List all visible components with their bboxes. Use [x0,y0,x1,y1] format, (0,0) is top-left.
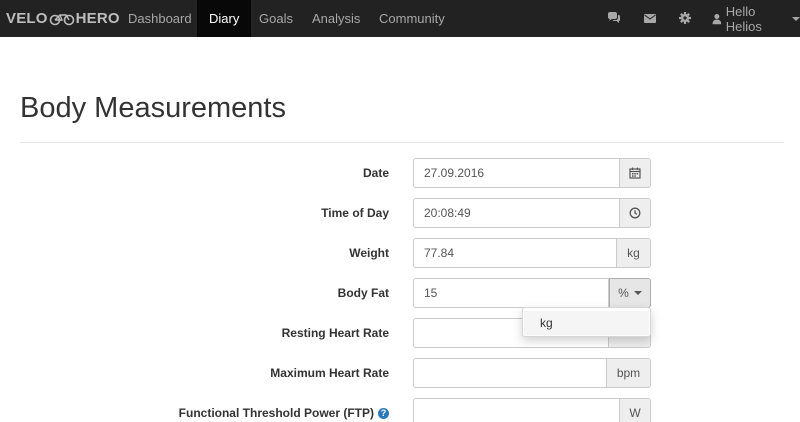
time-picker-button[interactable] [620,198,651,228]
clock-icon [629,207,641,219]
weight-row: Weight 77.84 kg [0,238,800,268]
top-navbar: VELO HERO Dashboard Diary Goals Analysis… [0,0,800,37]
brand-right-text: HERO [75,10,120,27]
nav-label: Analysis [312,11,361,26]
resting-hr-row: Resting Heart Rate [0,318,800,348]
ftp-label-wrap: Functional Threshold Power (FTP) ? [179,398,389,422]
nav-diary[interactable]: Diary [197,0,252,37]
weight-label: Weight [349,246,389,260]
user-icon [712,13,722,24]
nav-goals[interactable]: Goals [247,0,305,37]
nav-dashboard[interactable]: Dashboard [116,0,204,37]
nav-label: Goals [259,11,293,26]
envelope-icon[interactable] [643,11,657,25]
body-fat-input[interactable]: 15 [413,278,609,308]
question-circle-icon[interactable]: ? [378,407,389,419]
ftp-input[interactable] [413,398,620,422]
max-hr-label: Maximum Heart Rate [270,366,389,380]
resting-hr-label: Resting Heart Rate [281,326,389,340]
user-greeting: Hello Helios [725,3,762,34]
dropdown-option-kg[interactable]: kg [524,311,649,335]
date-input[interactable]: 27.09.2016 [413,158,620,188]
body-fat-row: Body Fat 15 % [0,278,800,308]
comments-icon[interactable] [607,11,621,25]
page-title: Body Measurements [20,92,286,124]
calendar-icon [629,167,641,179]
date-row: Date 27.09.2016 [0,158,800,188]
nav-label: Community [379,11,445,26]
caret-down-icon [633,291,642,295]
weight-unit-addon: kg [617,238,651,268]
date-picker-button[interactable] [620,158,651,188]
brand-logo[interactable]: VELO HERO [6,0,120,37]
ftp-unit-addon: W [620,398,651,422]
ftp-row: Functional Threshold Power (FTP) ? W [0,398,800,422]
max-hr-input[interactable] [413,358,607,388]
gear-icon[interactable] [678,11,692,25]
body-fat-label: Body Fat [337,286,389,300]
weight-input[interactable]: 77.84 [413,238,617,268]
body-fat-unit-label: % [618,286,629,300]
nav-community[interactable]: Community [367,0,457,37]
unit-dropdown-menu: kg [522,307,651,337]
time-label: Time of Day [321,206,389,220]
ftp-label: Functional Threshold Power (FTP) [178,406,374,420]
user-menu[interactable]: Hello Helios [712,0,800,37]
date-label: Date [362,166,389,180]
header-divider [20,142,784,143]
max-hr-unit-addon: bpm [607,358,651,388]
bicycle-icon [49,13,74,25]
nav-analysis[interactable]: Analysis [300,0,372,37]
caret-down-icon [792,16,800,21]
max-hr-row: Maximum Heart Rate bpm [0,358,800,388]
brand-left-text: VELO [6,10,48,27]
nav-label: Diary [209,11,240,26]
nav-label: Dashboard [128,11,192,26]
time-input[interactable]: 20:08:49 [413,198,620,228]
body-fat-unit-dropdown[interactable]: % [609,278,651,308]
time-row: Time of Day 20:08:49 [0,198,800,228]
